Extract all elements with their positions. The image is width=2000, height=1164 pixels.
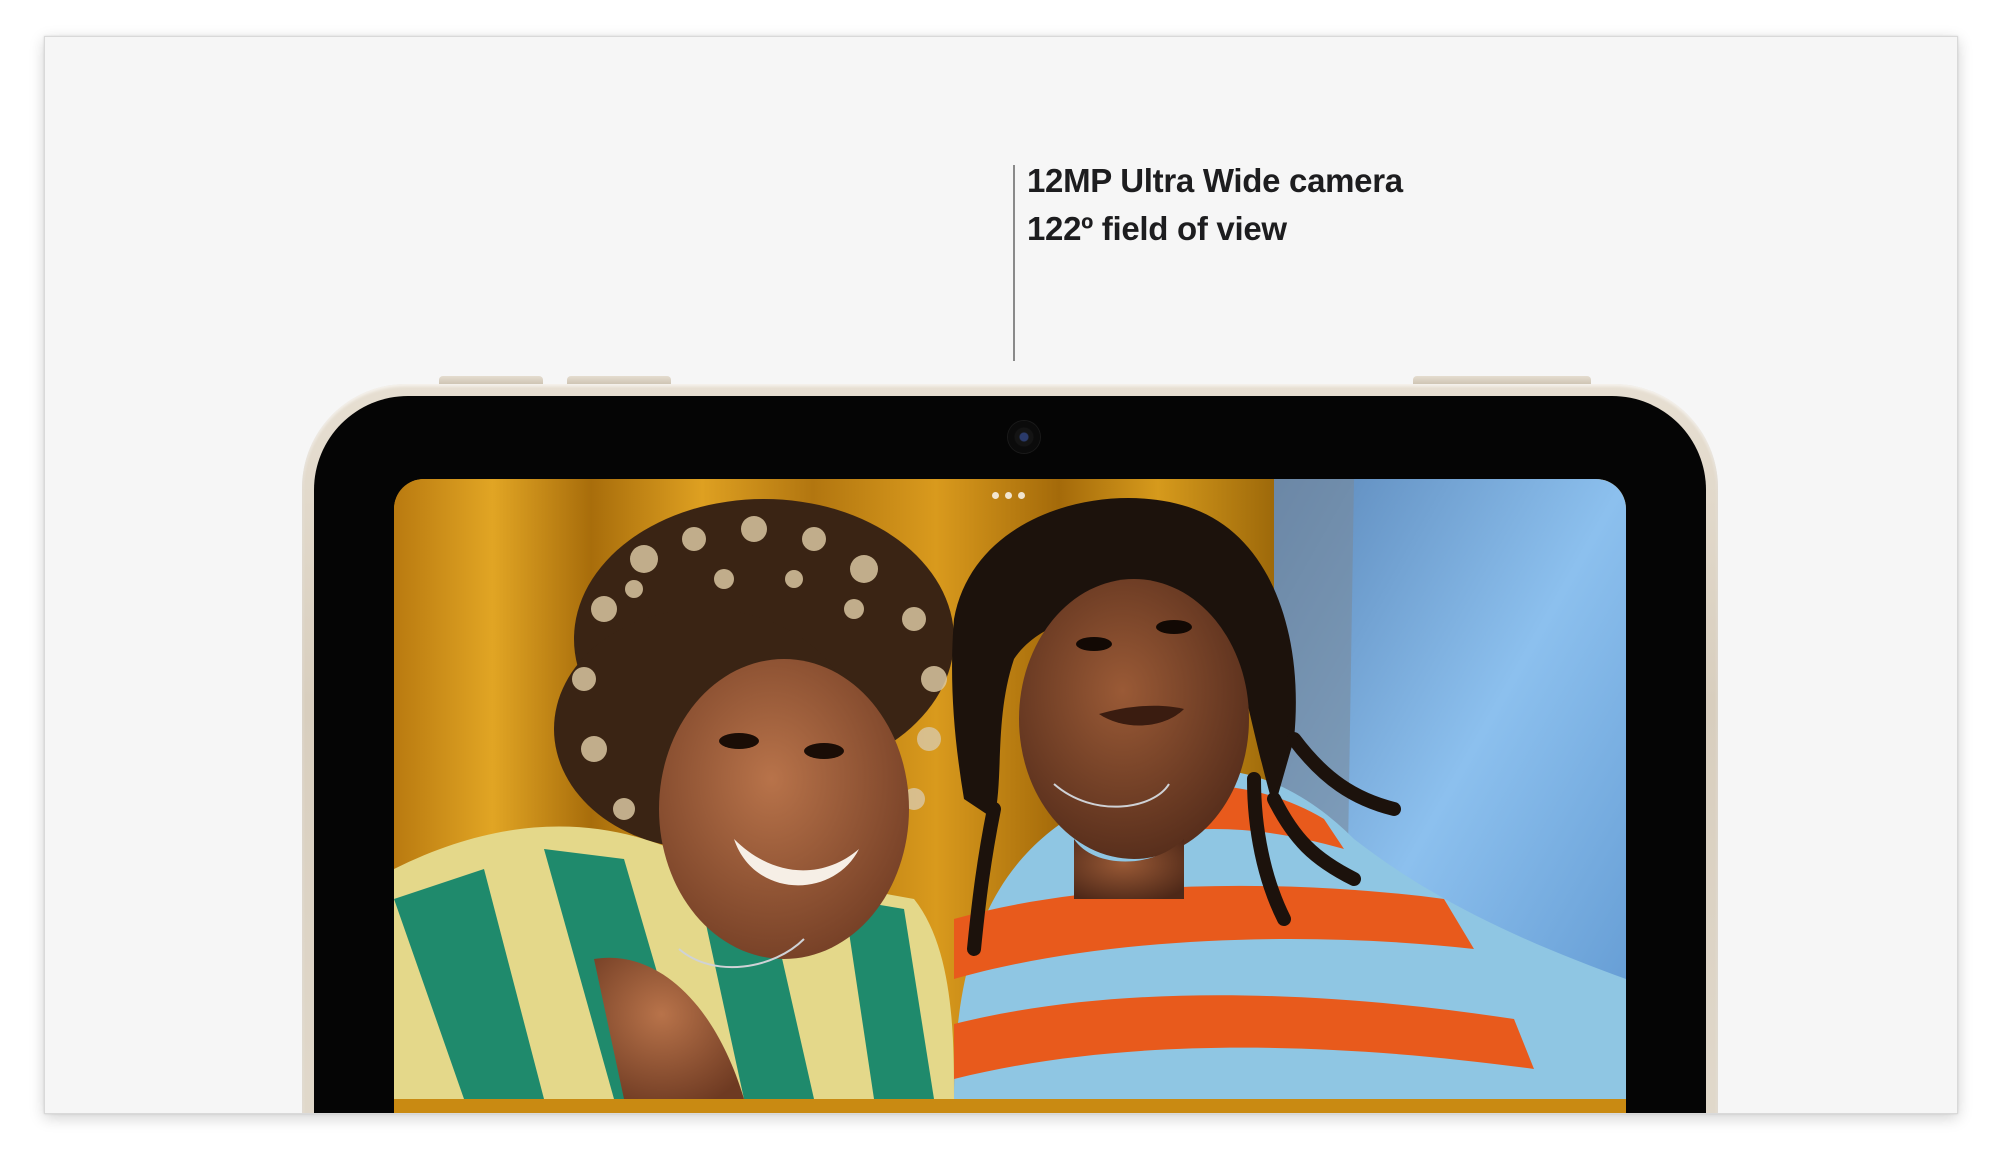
device-bezel xyxy=(314,396,1706,1113)
top-power-button xyxy=(1413,376,1591,384)
device-screen xyxy=(394,479,1626,1113)
callout-title: 12MP Ultra Wide camera xyxy=(1027,162,1403,199)
camera-callout: 12MP Ultra Wide camera 122º field of vie… xyxy=(1027,157,1403,253)
callout-line xyxy=(1013,165,1015,361)
more-dots-icon xyxy=(992,492,1025,499)
ipad-device xyxy=(302,384,1718,1113)
front-camera-icon xyxy=(1008,421,1040,453)
volume-down-button xyxy=(567,376,671,384)
product-page-window: 12MP Ultra Wide camera 122º field of vie… xyxy=(44,36,1958,1114)
selfie-photo xyxy=(394,479,1626,1099)
callout-subtitle: 122º field of view xyxy=(1027,210,1287,247)
volume-up-button xyxy=(439,376,543,384)
